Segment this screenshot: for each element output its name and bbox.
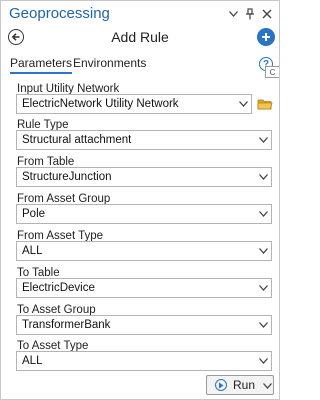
chevron-down-icon[interactable] <box>255 279 271 297</box>
chevron-down-icon[interactable] <box>263 378 273 392</box>
tool-header: Add Rule <box>1 28 279 50</box>
add-icon[interactable] <box>257 28 275 46</box>
to-asset-group-value: TransformerBank <box>22 319 111 331</box>
tab-parameters[interactable]: Parameters <box>10 56 73 74</box>
folder-icon[interactable] <box>257 97 273 111</box>
chevron-down-icon[interactable] <box>235 95 251 113</box>
run-icon <box>215 379 227 391</box>
to-table-value: ElectricDevice <box>22 282 95 294</box>
geoprocessing-pane: Geoprocessing Add Rule Parameters Enviro… <box>0 0 280 400</box>
input-utility-network-select[interactable]: ElectricNetwork Utility Network <box>16 94 252 114</box>
rule-type-select[interactable]: Structural attachment <box>16 130 272 150</box>
from-asset-type-select[interactable]: ALL <box>16 241 272 261</box>
chevron-down-icon[interactable] <box>255 242 271 260</box>
pane-titlebar: Geoprocessing <box>1 1 279 28</box>
dropdown-icon[interactable] <box>227 8 239 20</box>
run-button[interactable]: Run <box>206 375 274 395</box>
rule-type-value: Structural attachment <box>22 134 132 146</box>
tool-tabs: Parameters Environments ? C <box>1 56 279 78</box>
from-asset-type-value: ALL <box>22 245 43 257</box>
to-asset-group-select[interactable]: TransformerBank <box>16 315 272 335</box>
from-table-select[interactable]: StructureJunction <box>16 167 272 187</box>
from-table-value: StructureJunction <box>22 171 112 183</box>
close-icon[interactable] <box>261 8 273 20</box>
pin-icon[interactable] <box>244 8 256 20</box>
chevron-down-icon[interactable] <box>255 316 271 334</box>
pane-title: Geoprocessing <box>9 5 110 22</box>
tab-environments[interactable]: Environments <box>73 56 146 70</box>
from-asset-group-value: Pole <box>22 208 46 220</box>
to-table-select[interactable]: ElectricDevice <box>16 278 272 298</box>
chevron-down-icon[interactable] <box>255 205 271 223</box>
input-utility-network-value: ElectricNetwork Utility Network <box>22 98 179 110</box>
to-asset-type-select[interactable]: ALL <box>16 351 272 371</box>
run-label: Run <box>233 378 256 392</box>
from-asset-group-select[interactable]: Pole <box>16 204 272 224</box>
to-asset-type-value: ALL <box>22 355 43 367</box>
help-flyout-icon[interactable]: C <box>265 66 279 78</box>
chevron-down-icon[interactable] <box>255 352 271 370</box>
tool-title: Add Rule <box>111 29 169 45</box>
chevron-down-icon[interactable] <box>255 168 271 186</box>
chevron-down-icon[interactable] <box>255 131 271 149</box>
